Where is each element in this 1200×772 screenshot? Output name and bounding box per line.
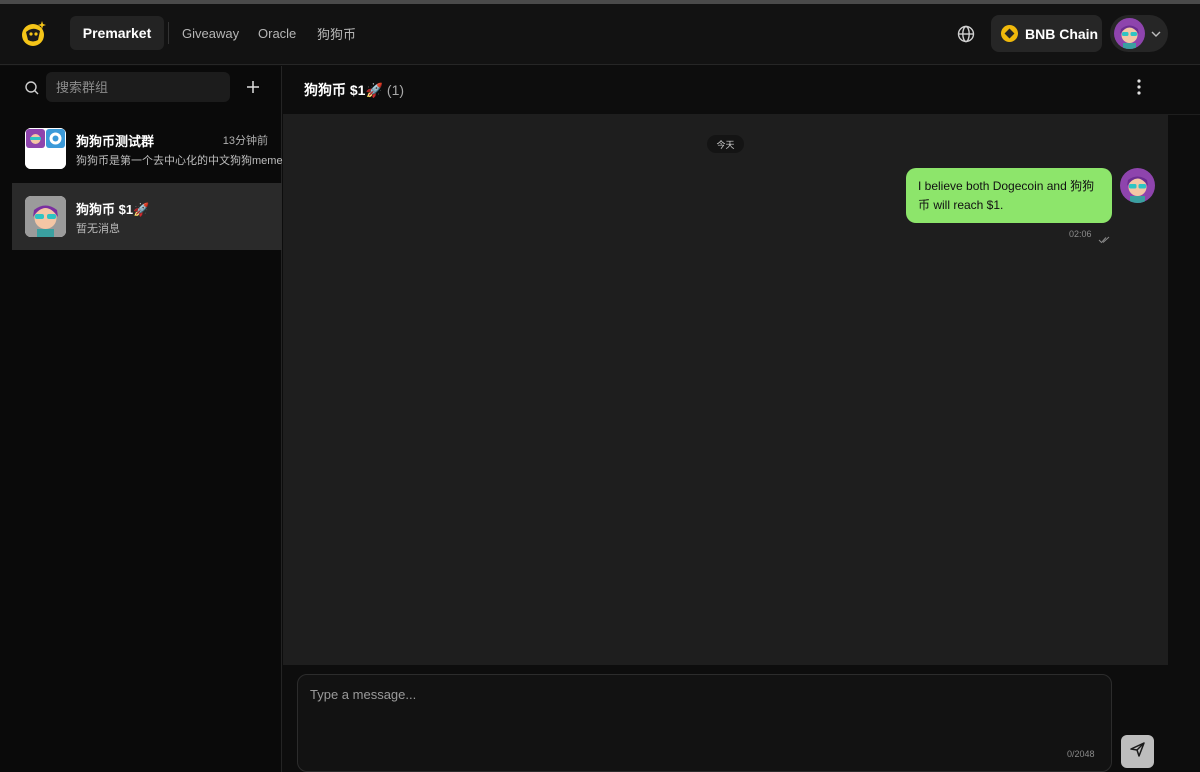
bnb-chain-icon xyxy=(1001,25,1018,42)
search-icon xyxy=(24,80,40,96)
message-area[interactable]: 今天 I believe both Dogecoin and 狗狗币 will … xyxy=(283,115,1168,665)
send-icon xyxy=(1129,741,1146,763)
message-input[interactable] xyxy=(297,674,1112,772)
group-sidebar: 狗狗币测试群 13分钟前 狗狗币是第一个去中心化的中文狗狗meme 狗狗币 $1… xyxy=(0,66,283,772)
chat-title-text: 狗狗币 $1🚀 xyxy=(304,82,383,98)
group-avatar xyxy=(25,128,66,169)
right-gutter xyxy=(1168,115,1200,772)
top-header: Premarket Giveaway Oracle 狗狗币 BNB Chain xyxy=(0,4,1200,65)
nav-dogcoin[interactable]: 狗狗币 xyxy=(317,16,356,50)
chevron-down-icon xyxy=(1150,27,1162,39)
nav-divider xyxy=(168,22,169,44)
message-bubble[interactable]: I believe both Dogecoin and 狗狗币 will rea… xyxy=(906,168,1112,223)
logo-icon[interactable] xyxy=(20,18,50,48)
group-name: 狗狗币 $1🚀 xyxy=(76,202,150,217)
group-avatar xyxy=(25,196,66,237)
chat-header: 狗狗币 $1🚀 (1) xyxy=(283,66,1200,115)
member-count: (1) xyxy=(386,82,405,98)
nav-premarket[interactable]: Premarket xyxy=(70,16,164,50)
char-counter: 0/2048 xyxy=(1067,749,1095,759)
add-group-icon[interactable] xyxy=(244,78,262,96)
nav-oracle[interactable]: Oracle xyxy=(258,16,296,50)
group-item-active[interactable]: 狗狗币 $1🚀 暂无消息 xyxy=(12,183,282,250)
send-button[interactable] xyxy=(1121,735,1154,768)
sender-avatar[interactable] xyxy=(1120,168,1155,203)
group-name: 狗狗币测试群 xyxy=(76,134,155,149)
group-item[interactable]: 狗狗币测试群 13分钟前 狗狗币是第一个去中心化的中文狗狗meme xyxy=(12,115,283,182)
user-menu-button[interactable] xyxy=(1110,15,1168,52)
date-separator: 今天 xyxy=(707,135,744,153)
chain-label: BNB Chain xyxy=(1025,25,1099,42)
group-time: 13分钟前 xyxy=(222,135,268,147)
group-search-input[interactable] xyxy=(46,72,230,102)
chain-selector-button[interactable]: BNB Chain xyxy=(991,15,1102,52)
globe-icon[interactable] xyxy=(955,23,977,45)
more-options-icon[interactable] xyxy=(1131,78,1147,96)
user-avatar xyxy=(1114,18,1145,49)
group-preview: 狗狗币是第一个去中心化的中文狗狗meme xyxy=(76,155,283,167)
group-preview: 暂无消息 xyxy=(76,223,120,235)
nav-giveaway[interactable]: Giveaway xyxy=(182,16,239,50)
chat-title: 狗狗币 $1🚀 (1) xyxy=(304,80,404,100)
double-check-icon xyxy=(1098,231,1110,244)
message-time: 02:06 xyxy=(1069,229,1092,239)
